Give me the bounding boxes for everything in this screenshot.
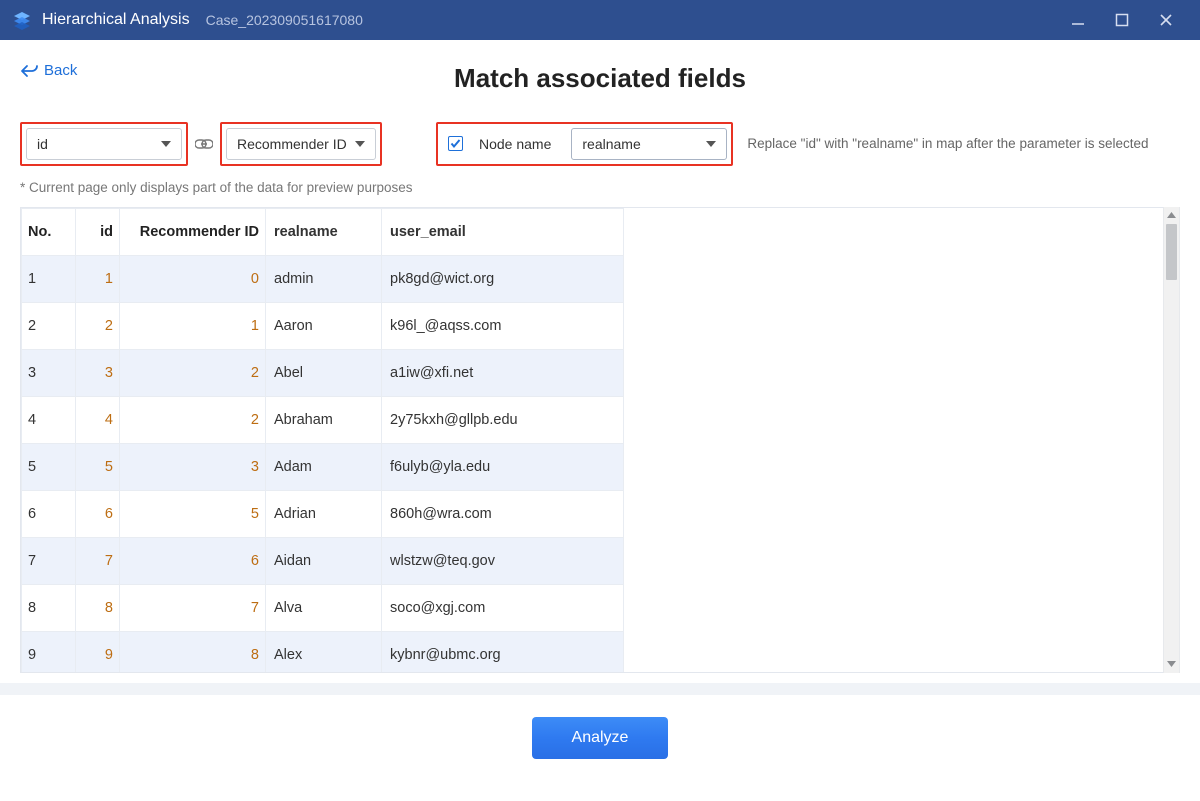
section-separator <box>0 683 1200 695</box>
caret-down-icon <box>355 141 365 147</box>
cell-no: 9 <box>22 631 76 673</box>
cell-email: pk8gd@wict.org <box>382 255 624 302</box>
cell-id: 1 <box>76 255 120 302</box>
cell-id: 6 <box>76 490 120 537</box>
node-name-help-text: Replace "id" with "realname" in map afte… <box>747 136 1148 151</box>
table-row[interactable]: 442Abraham2y75kxh@gllpb.edu <box>22 396 624 443</box>
cell-no: 2 <box>22 302 76 349</box>
page-title: Match associated fields <box>20 63 1180 94</box>
cell-email: kybnr@ubmc.org <box>382 631 624 673</box>
cell-realname: Aaron <box>266 302 382 349</box>
field-controls: id Recommender ID Node <box>20 122 1180 166</box>
back-arrow-icon <box>20 64 38 78</box>
th-email[interactable]: user_email <box>382 208 624 255</box>
maximize-button[interactable] <box>1100 0 1144 40</box>
node-name-checkbox-label: Node name <box>479 136 551 152</box>
app-logo-icon <box>12 10 32 30</box>
id-select[interactable]: id <box>26 128 182 160</box>
minimize-button[interactable] <box>1056 0 1100 40</box>
footer: Analyze <box>20 695 1180 781</box>
cell-rec: 6 <box>120 537 266 584</box>
cell-realname: admin <box>266 255 382 302</box>
cell-email: k96l_@aqss.com <box>382 302 624 349</box>
scrollbar-down-arrow-icon[interactable] <box>1164 656 1179 673</box>
vertical-scrollbar[interactable] <box>1163 207 1180 673</box>
cell-no: 1 <box>22 255 76 302</box>
cell-rec: 2 <box>120 349 266 396</box>
cell-realname: Adam <box>266 443 382 490</box>
cell-rec: 1 <box>120 302 266 349</box>
cell-email: 2y75kxh@gllpb.edu <box>382 396 624 443</box>
cell-no: 7 <box>22 537 76 584</box>
cell-realname: Abraham <box>266 396 382 443</box>
cell-email: soco@xgj.com <box>382 584 624 631</box>
cell-rec: 8 <box>120 631 266 673</box>
data-table-container: No. id Recommender ID realname user_emai… <box>20 207 1180 673</box>
cell-rec: 7 <box>120 584 266 631</box>
id-select-value: id <box>37 136 48 152</box>
cell-id: 4 <box>76 396 120 443</box>
highlight-id-select: id <box>20 122 188 166</box>
table-row[interactable]: 553Adamf6ulyb@yla.edu <box>22 443 624 490</box>
cell-rec: 2 <box>120 396 266 443</box>
data-table: No. id Recommender ID realname user_emai… <box>21 208 624 673</box>
table-row[interactable]: 110adminpk8gd@wict.org <box>22 255 624 302</box>
recommender-select[interactable]: Recommender ID <box>226 128 376 160</box>
table-row[interactable]: 665Adrian860h@wra.com <box>22 490 624 537</box>
cell-id: 3 <box>76 349 120 396</box>
scrollbar-track[interactable] <box>1164 224 1179 656</box>
th-rec[interactable]: Recommender ID <box>120 208 266 255</box>
titlebar: Hierarchical Analysis Case_2023090516170… <box>0 0 1200 40</box>
cell-rec: 3 <box>120 443 266 490</box>
cell-id: 5 <box>76 443 120 490</box>
table-row[interactable]: 887Alvasoco@xgj.com <box>22 584 624 631</box>
cell-email: a1iw@xfi.net <box>382 349 624 396</box>
cell-id: 7 <box>76 537 120 584</box>
cell-no: 5 <box>22 443 76 490</box>
cell-realname: Alex <box>266 631 382 673</box>
cell-rec: 0 <box>120 255 266 302</box>
scrollbar-thumb[interactable] <box>1166 224 1177 280</box>
cell-email: 860h@wra.com <box>382 490 624 537</box>
scrollbar-up-arrow-icon[interactable] <box>1164 207 1179 224</box>
cell-no: 6 <box>22 490 76 537</box>
cell-realname: Aidan <box>266 537 382 584</box>
node-name-checkbox[interactable] <box>448 136 463 151</box>
close-button[interactable] <box>1144 0 1188 40</box>
cell-realname: Abel <box>266 349 382 396</box>
cell-realname: Alva <box>266 584 382 631</box>
analyze-button[interactable]: Analyze <box>532 717 668 759</box>
caret-down-icon <box>706 141 716 147</box>
cell-realname: Adrian <box>266 490 382 537</box>
cell-rec: 5 <box>120 490 266 537</box>
cell-no: 3 <box>22 349 76 396</box>
back-label: Back <box>44 62 77 79</box>
back-link[interactable]: Back <box>20 62 77 79</box>
cell-id: 2 <box>76 302 120 349</box>
caret-down-icon <box>161 141 171 147</box>
preview-note: * Current page only displays part of the… <box>20 180 1180 195</box>
cell-no: 8 <box>22 584 76 631</box>
cell-id: 9 <box>76 631 120 673</box>
cell-id: 8 <box>76 584 120 631</box>
th-id[interactable]: id <box>76 208 120 255</box>
node-name-select[interactable]: realname <box>571 128 727 160</box>
link-chain-icon <box>188 138 220 150</box>
cell-email: f6ulyb@yla.edu <box>382 443 624 490</box>
th-realname[interactable]: realname <box>266 208 382 255</box>
cell-no: 4 <box>22 396 76 443</box>
table-row[interactable]: 776Aidanwlstzw@teq.gov <box>22 537 624 584</box>
th-no[interactable]: No. <box>22 208 76 255</box>
node-name-select-value: realname <box>582 136 640 152</box>
table-row[interactable]: 332Abela1iw@xfi.net <box>22 349 624 396</box>
table-row[interactable]: 221Aaronk96l_@aqss.com <box>22 302 624 349</box>
app-title: Hierarchical Analysis <box>42 11 190 29</box>
recommender-select-value: Recommender ID <box>237 136 347 152</box>
highlight-rec-select: Recommender ID <box>220 122 382 166</box>
case-label: Case_202309051617080 <box>206 12 363 28</box>
highlight-nodename-group: Node name realname <box>436 122 733 166</box>
table-row[interactable]: 998Alexkybnr@ubmc.org <box>22 631 624 673</box>
cell-email: wlstzw@teq.gov <box>382 537 624 584</box>
